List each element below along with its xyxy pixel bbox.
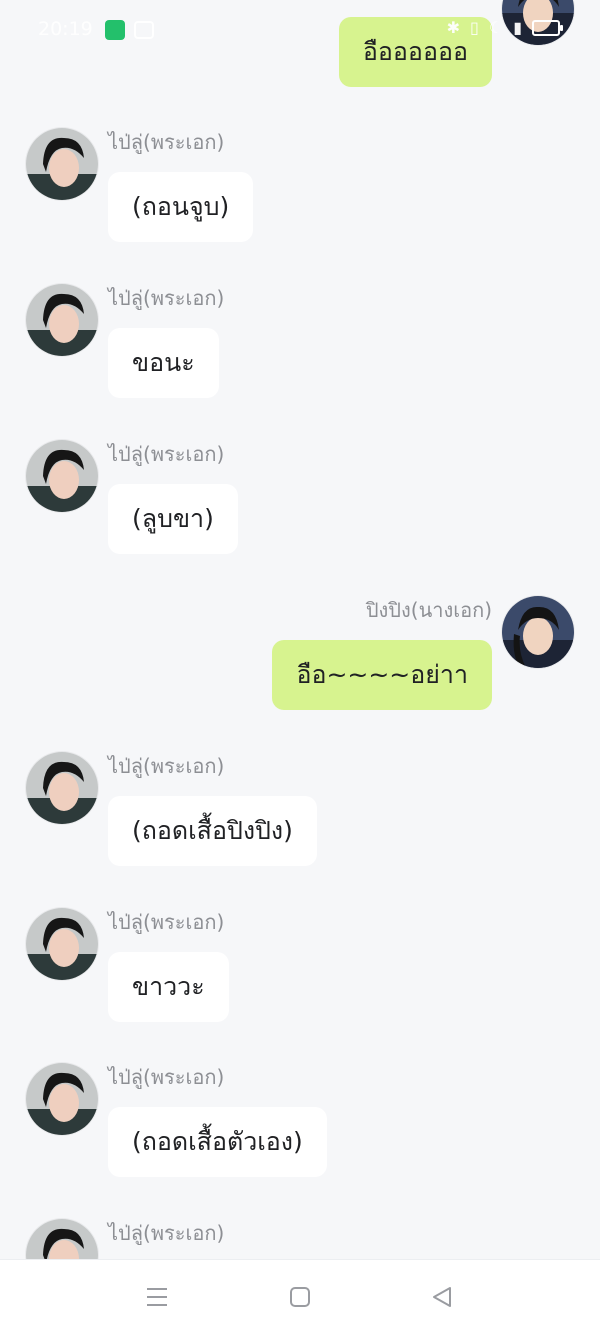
avatar[interactable]	[502, 0, 574, 45]
message-bubble[interactable]: อืออออออ	[338, 17, 492, 87]
sender-name: ไป่ลู่(พระเอก)	[108, 442, 225, 466]
avatar-image	[26, 284, 98, 356]
sender-name: ปิงปิง(นางเอก)	[365, 598, 492, 622]
avatar[interactable]	[26, 1219, 98, 1260]
message-bubble[interactable]: (ลูบขา)	[108, 484, 238, 554]
avatar[interactable]	[26, 752, 98, 824]
sender-name: ไป่ลู่(พระเอก)	[108, 754, 225, 778]
sender-name: ไป่ลู่(พระเอก)	[108, 1221, 225, 1245]
message-bubble[interactable]: ขาววะ	[108, 952, 229, 1022]
avatar-image	[26, 1063, 98, 1135]
chat-area[interactable]: อืออออออ ไป่ลู่(พระเอก) (ถอนจูบ) ไป่ลู่(…	[0, 0, 600, 1260]
menu-icon-glyph	[147, 1288, 167, 1306]
avatar[interactable]	[26, 440, 98, 512]
avatar[interactable]	[26, 908, 98, 980]
message-bubble[interactable]: (ถอนจูบ)	[108, 172, 254, 242]
back-icon[interactable]	[429, 1284, 455, 1310]
avatar-image	[26, 752, 98, 824]
avatar[interactable]	[26, 1063, 98, 1135]
back-icon-glyph	[433, 1287, 451, 1307]
avatar-image	[26, 1219, 98, 1260]
avatar-image	[26, 908, 98, 980]
home-icon[interactable]	[287, 1284, 313, 1310]
message-bubble[interactable]: อือ~~~~อย่าา	[272, 640, 492, 710]
menu-icon[interactable]	[144, 1284, 170, 1310]
avatar[interactable]	[26, 284, 98, 356]
message-bubble[interactable]: (ถอดเสื้อปิงปิง)	[108, 796, 317, 866]
avatar-image	[26, 128, 98, 200]
avatar-image	[26, 440, 98, 512]
avatar-image	[502, 596, 574, 668]
sender-name: ไป่ลู่(พระเอก)	[108, 910, 225, 934]
sender-name: ไป่ลู่(พระเอก)	[108, 130, 225, 154]
avatar[interactable]	[502, 596, 574, 668]
home-icon-glyph	[290, 1287, 310, 1307]
sender-name: ไป่ลู่(พระเอก)	[108, 286, 225, 310]
avatar[interactable]	[26, 128, 98, 200]
sender-name: ไป่ลู่(พระเอก)	[108, 1065, 225, 1089]
message-bubble[interactable]: ขอนะ	[108, 328, 219, 398]
navigation-bar	[0, 1259, 600, 1333]
message-bubble[interactable]: (ถอดเสื้อตัวเอง)	[108, 1107, 327, 1177]
avatar-image	[502, 0, 574, 45]
